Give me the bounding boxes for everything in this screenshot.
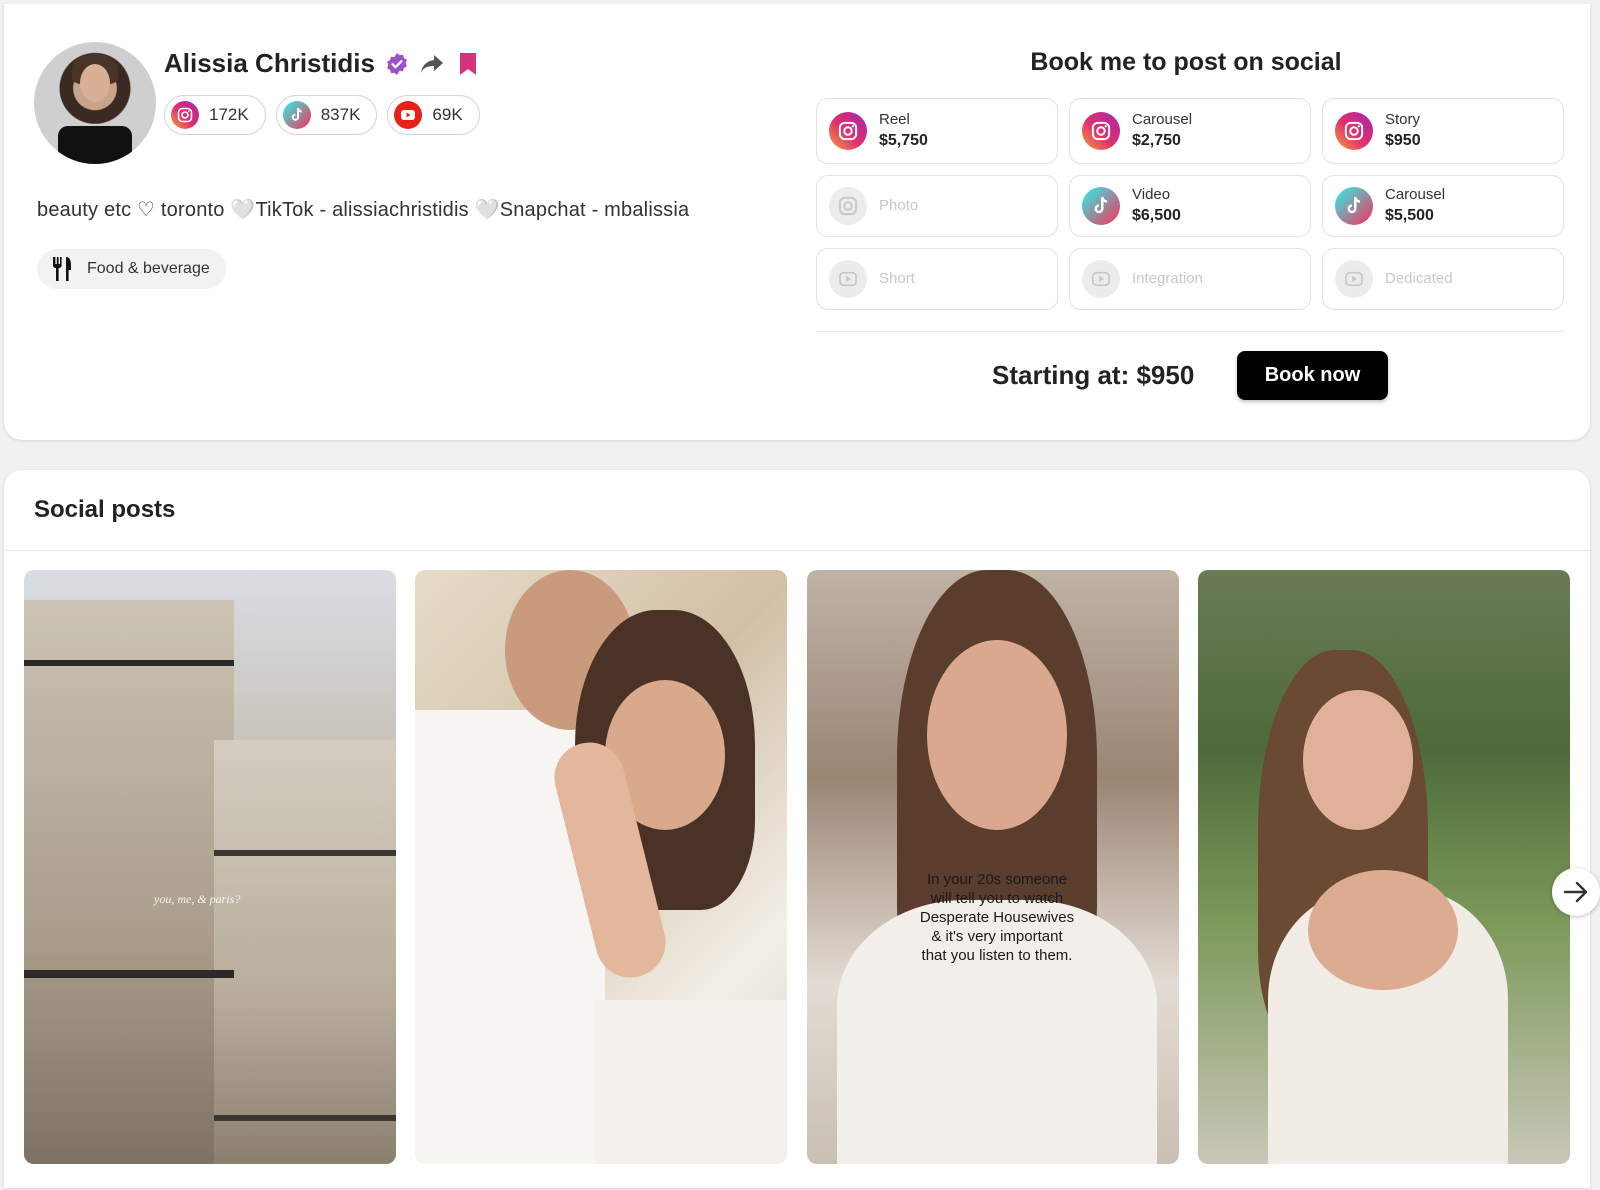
offer-price: $6,500: [1132, 207, 1181, 224]
offer-label: Photo: [879, 197, 919, 214]
starting-price: Starting at: $950: [992, 360, 1195, 390]
post-thumbnail[interactable]: In your 20s someone will tell you to wat…: [807, 570, 1179, 1164]
offer-tiktok-video[interactable]: Video $6,500: [1069, 175, 1311, 237]
next-arrow-button[interactable]: [1552, 868, 1600, 916]
instagram-icon: [1335, 112, 1373, 150]
offer-label: Carousel: [1132, 111, 1193, 128]
offer-instagram-story[interactable]: Story $950: [1322, 98, 1564, 164]
arrow-right-icon: [1563, 881, 1588, 903]
instagram-icon: [1082, 112, 1120, 150]
post-thumbnail[interactable]: [1198, 570, 1570, 1164]
offer-price: $950: [1385, 132, 1421, 149]
tiktok-icon: [1082, 187, 1120, 225]
book-now-button[interactable]: Book now: [1237, 351, 1388, 400]
name-row: Alissia Christidis: [164, 48, 481, 79]
offer-label: Video: [1132, 186, 1171, 203]
post-thumbnail[interactable]: [415, 570, 787, 1164]
offer-tiktok-carousel[interactable]: Carousel $5,500: [1322, 175, 1564, 237]
youtube-followers: 69K: [432, 105, 463, 124]
social-posts-title: Social posts: [34, 496, 176, 523]
tiktok-stat[interactable]: 837K: [275, 95, 378, 135]
offer-grid: Reel $5,750 Carousel $2,750 Story $950 Phot…: [816, 98, 1564, 310]
offer-price: $5,500: [1385, 207, 1434, 224]
creator-name: Alissia Christidis: [164, 48, 375, 78]
instagram-stat[interactable]: 172K: [164, 95, 266, 135]
offer-instagram-photo: Photo: [816, 175, 1058, 237]
offer-youtube-short: Short: [816, 248, 1058, 310]
verified-badge-icon: [387, 52, 407, 75]
offer-price: $5,750: [879, 132, 928, 149]
tiktok-followers: 837K: [320, 105, 361, 124]
offer-price: $2,750: [1132, 132, 1181, 149]
tiktok-icon: [282, 101, 311, 129]
avatar[interactable]: [34, 42, 156, 164]
offer-youtube-dedicated: Dedicated: [1322, 248, 1564, 310]
fork-knife-icon: [53, 257, 71, 281]
category-label: Food & beverage: [87, 260, 210, 277]
youtube-icon: [829, 260, 867, 298]
follower-stats: 172K 837K 69K: [164, 95, 480, 135]
bio: beauty etc ♡ toronto 🤍TikTok - alissiach…: [37, 199, 690, 221]
profile-card: Alissia Christidis 172K 837K 69K beauty …: [4, 4, 1590, 440]
offer-label: Dedicated: [1385, 270, 1453, 287]
offer-label: Integration: [1132, 270, 1203, 287]
youtube-stat[interactable]: 69K: [387, 95, 480, 135]
instagram-icon: [171, 101, 199, 129]
instagram-icon: [829, 112, 867, 150]
youtube-icon: [1335, 260, 1373, 298]
offer-instagram-carousel[interactable]: Carousel $2,750: [1069, 98, 1311, 164]
post-thumbnail[interactable]: you, me, & paris?: [24, 570, 396, 1164]
offer-youtube-integration: Integration: [1069, 248, 1311, 310]
bookmark-icon[interactable]: [455, 51, 481, 77]
instagram-icon: [829, 187, 867, 225]
social-posts-card: Social posts you, me, & paris? In your 2…: [4, 470, 1600, 1188]
offer-label: Reel: [879, 111, 910, 128]
category-chip[interactable]: Food & beverage: [37, 249, 226, 289]
tiktok-icon: [1335, 187, 1373, 225]
offer-label: Short: [879, 270, 915, 287]
youtube-icon: [1082, 260, 1120, 298]
posts-divider: [4, 550, 1590, 551]
offer-instagram-reel[interactable]: Reel $5,750: [816, 98, 1058, 164]
booking-divider: [816, 331, 1564, 332]
post-overlay-text: In your 20s someone will tell you to wat…: [919, 871, 1075, 964]
share-icon[interactable]: [419, 51, 445, 77]
offer-label: Carousel: [1385, 186, 1446, 203]
offer-label: Story: [1385, 111, 1421, 128]
instagram-followers: 172K: [209, 105, 249, 124]
post-overlay-text: you, me, & paris?: [154, 892, 241, 906]
youtube-icon: [394, 101, 423, 129]
booking-title: Book me to post on social: [1030, 48, 1342, 76]
